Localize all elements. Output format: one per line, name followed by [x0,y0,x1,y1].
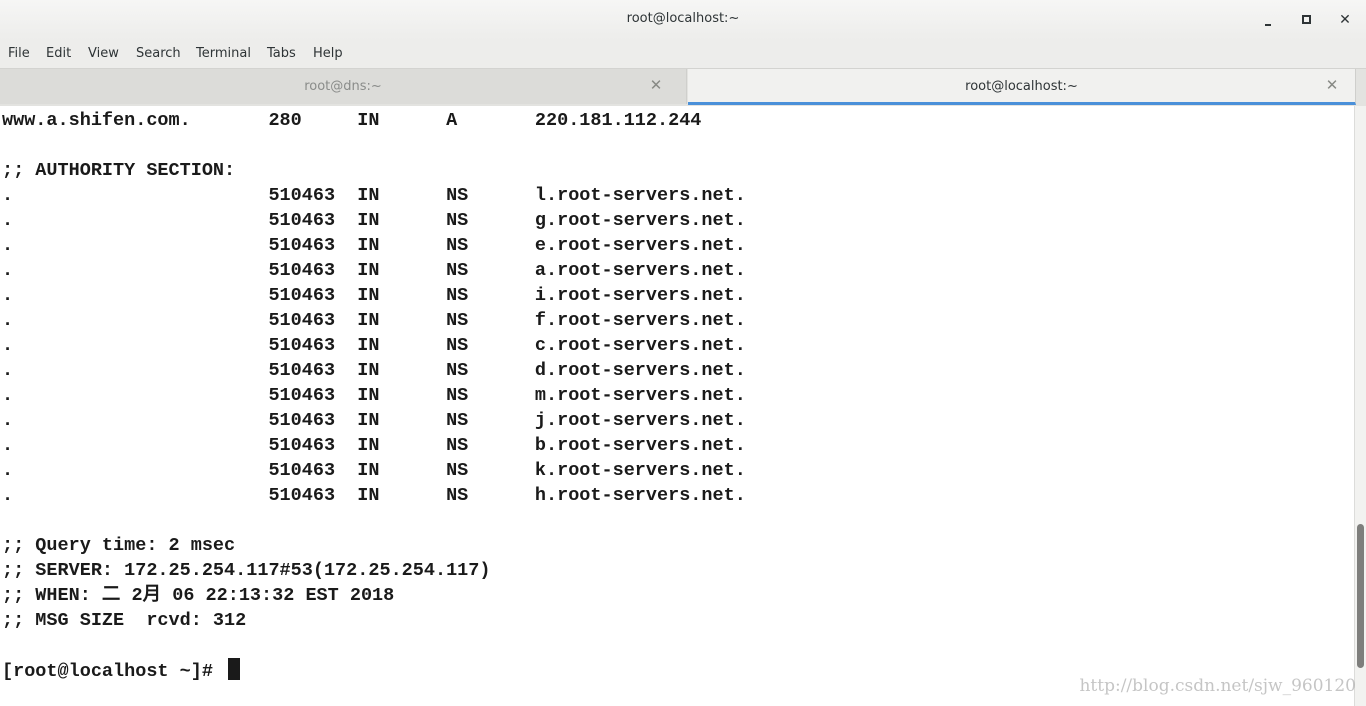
vertical-scrollbar[interactable] [1354,106,1366,706]
close-button[interactable]: ✕ [1335,10,1355,30]
close-icon: ✕ [1339,12,1351,28]
terminal-line: . 510463 IN NS l.root-servers.net. [2,185,746,206]
menu-terminal[interactable]: Terminal [196,46,251,61]
terminal-line: ;; AUTHORITY SECTION: [2,160,236,181]
terminal-line: . 510463 IN NS k.root-servers.net. [2,460,746,481]
menu-file[interactable]: File [8,46,30,61]
terminal-line: . 510463 IN NS g.root-servers.net. [2,210,746,231]
terminal-line: . 510463 IN NS d.root-servers.net. [2,360,746,381]
menu-bar: File Edit View Search Terminal Tabs Help [0,40,1366,69]
terminal-window: root@localhost:~ ✕ File Edit View Search… [0,0,1366,706]
terminal-line: . 510463 IN NS e.root-servers.net. [2,235,746,256]
terminal-line: ;; WHEN: 二 2月 06 22:13:32 EST 2018 [2,585,395,606]
terminal-line: . 510463 IN NS j.root-servers.net. [2,410,746,431]
window-title: root@localhost:~ [626,11,740,26]
tab-root-localhost[interactable]: root@localhost:~ ✕ [688,69,1356,105]
minimize-button[interactable] [1258,10,1278,30]
tab-bar: root@dns:~ ✕ root@localhost:~ ✕ [0,69,1366,106]
menu-search[interactable]: Search [136,46,181,61]
terminal-line: www.a.shifen.com. 280 IN A 220.181.112.2… [2,110,702,131]
tab-label: root@localhost:~ [965,79,1078,94]
terminal-line: ;; SERVER: 172.25.254.117#53(172.25.254.… [2,560,491,581]
watermark: http://blog.csdn.net/sjw_960120 [1079,676,1356,696]
tab-close-icon[interactable]: ✕ [648,77,664,93]
maximize-icon [1301,15,1311,24]
maximize-button[interactable] [1296,10,1316,30]
shell-prompt: [root@localhost ~]# [2,661,225,682]
scrollbar-thumb[interactable] [1357,524,1364,668]
menu-view[interactable]: View [88,46,119,61]
terminal-line: . 510463 IN NS a.root-servers.net. [2,260,746,281]
terminal-line: ;; MSG SIZE rcvd: 312 [2,610,247,631]
tab-close-icon[interactable]: ✕ [1324,77,1340,93]
terminal-line: . 510463 IN NS f.root-servers.net. [2,310,746,331]
text-cursor [228,658,241,680]
terminal-area[interactable]: www.a.shifen.com. 280 IN A 220.181.112.2… [0,106,1354,706]
tab-root-dns[interactable]: root@dns:~ ✕ [0,69,687,104]
terminal-line: . 510463 IN NS c.root-servers.net. [2,335,746,356]
tab-label: root@dns:~ [304,79,382,94]
prompt-line[interactable]: [root@localhost ~]# [2,658,746,683]
terminal-line: . 510463 IN NS b.root-servers.net. [2,435,746,456]
title-bar[interactable]: root@localhost:~ ✕ [0,0,1366,40]
menu-edit[interactable]: Edit [46,46,71,61]
menu-tabs[interactable]: Tabs [267,46,296,61]
terminal-line: . 510463 IN NS h.root-servers.net. [2,485,746,506]
terminal-line: ;; Query time: 2 msec [2,535,236,556]
minimize-icon [1265,23,1271,26]
menu-help[interactable]: Help [313,46,343,61]
terminal-output: www.a.shifen.com. 280 IN A 220.181.112.2… [2,108,746,683]
terminal-line: . 510463 IN NS m.root-servers.net. [2,385,746,406]
terminal-line: . 510463 IN NS i.root-servers.net. [2,285,746,306]
